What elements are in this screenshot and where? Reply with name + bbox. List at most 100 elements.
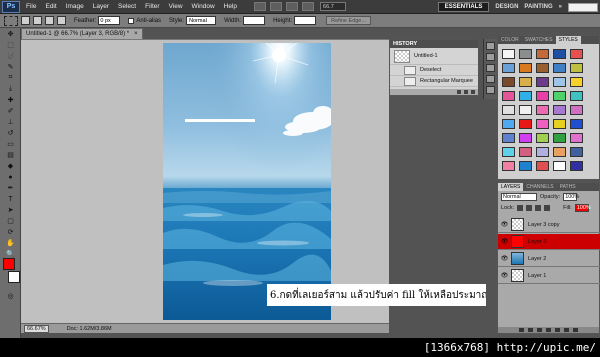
document-canvas[interactable] [163,43,331,320]
dodge-tool-icon[interactable]: ● [2,172,19,182]
style-swatch[interactable] [502,133,515,143]
history-brush-tool-icon[interactable]: ↺ [2,128,19,138]
zoom-level-select[interactable]: 66.7 [320,2,347,11]
style-swatch[interactable] [519,49,532,59]
mask-icon[interactable] [537,328,542,332]
actions-panel-icon[interactable] [486,53,495,61]
style-swatch[interactable] [519,119,532,129]
layer-row[interactable]: 👁 Layer 3 copy [498,217,600,233]
brush-tool-icon[interactable]: ✐ [2,106,19,116]
style-swatch[interactable] [502,161,515,171]
workspace-more[interactable]: » [559,4,562,10]
refine-edge-button[interactable]: Refine Edge... [326,16,371,25]
folder-icon[interactable] [555,328,560,332]
hand-icon[interactable] [286,2,299,11]
height-input[interactable] [294,16,317,25]
style-swatch[interactable] [553,105,566,115]
style-swatch[interactable] [519,161,532,171]
new-document-icon[interactable] [457,90,461,94]
workspace-essentials[interactable]: ESSENTIALS [437,2,490,12]
style-swatch[interactable] [570,63,583,73]
move-tool-icon[interactable]: ✥ [2,29,19,39]
style-select[interactable]: Normal [186,16,217,25]
style-swatch[interactable] [536,147,549,157]
marquee-tool-icon[interactable]: ⬚ [2,40,19,50]
character-panel-icon[interactable] [486,86,495,94]
menu-layer[interactable]: Layer [93,3,109,10]
intersect-selection-icon[interactable] [57,16,66,25]
style-swatch[interactable] [553,77,566,87]
menu-filter[interactable]: Filter [145,3,159,10]
eye-icon[interactable]: 👁 [500,237,509,246]
arrange-icon[interactable] [302,2,315,11]
lock-position-icon[interactable] [535,204,542,211]
style-swatch[interactable] [502,63,515,73]
history-item[interactable]: Rectangular Marquee [390,76,478,87]
type-tool-icon[interactable]: T [2,194,19,204]
hand-tool-icon[interactable]: ✋ [2,238,19,248]
width-input[interactable] [243,16,266,25]
trash-icon[interactable] [471,90,475,94]
pen-tool-icon[interactable]: ✒ [2,183,19,193]
style-swatch[interactable] [536,91,549,101]
style-swatch[interactable] [502,77,515,87]
style-swatch[interactable] [502,91,515,101]
trash-icon[interactable] [573,328,578,332]
marquee-tool-icon[interactable] [4,15,18,26]
style-swatch[interactable] [553,91,566,101]
blend-mode-select[interactable]: Normal [501,192,537,201]
lock-transparent-icon[interactable] [517,204,524,211]
feather-input[interactable]: 0 px [98,16,121,25]
lock-image-icon[interactable] [526,204,533,211]
tab-color[interactable]: COLOR [498,36,522,44]
tab-swatches[interactable]: SWATCHES [522,36,556,44]
tab-channels[interactable]: CHANNELS [523,183,556,191]
lasso-tool-icon[interactable]: ➰ [2,51,19,61]
style-swatch[interactable] [519,91,532,101]
shape-tool-icon[interactable]: ▢ [2,216,19,226]
layer-row[interactable]: 👁 Layer 2 [498,251,600,267]
subtract-selection-icon[interactable] [45,16,54,25]
crop-tool-icon[interactable]: ⌗ [2,73,19,83]
history-item[interactable]: Deselect [390,65,478,76]
clone-panel-icon[interactable] [486,75,495,83]
foreground-color-swatch[interactable] [3,258,15,270]
link-icon[interactable] [519,328,524,332]
style-swatch[interactable] [502,147,515,157]
style-swatch[interactable] [553,63,566,73]
style-swatch[interactable] [553,133,566,143]
menu-view[interactable]: View [169,3,183,10]
tab-styles[interactable]: STYLES [555,36,581,44]
document-tab[interactable]: Untitled-1 @ 66.7% (Layer 3, RGB/8) * × [21,28,143,39]
style-swatch[interactable] [570,133,583,143]
style-swatch[interactable] [553,161,566,171]
canvas-area[interactable] [21,39,389,323]
workspace-painting[interactable]: PAINTING [524,4,552,10]
doc-size-status[interactable]: Doc: 1.62M/3.86M [67,326,112,332]
clone-stamp-tool-icon[interactable]: ⊥ [2,117,19,127]
path-select-tool-icon[interactable]: ➤ [2,205,19,215]
bridge-icon[interactable] [254,2,267,11]
style-swatch[interactable] [536,49,549,59]
history-snapshot[interactable]: Untitled-1 [390,48,478,65]
style-swatch[interactable] [570,161,583,171]
background-color-swatch[interactable] [8,271,20,283]
style-swatch[interactable] [536,119,549,129]
close-icon[interactable]: × [134,31,138,37]
menu-file[interactable]: File [26,3,36,10]
new-layer-icon[interactable] [564,328,569,332]
menu-edit[interactable]: Edit [45,3,56,10]
layer-row[interactable]: 👁 Layer 1 [498,268,600,284]
menu-help[interactable]: Help [224,3,237,10]
style-swatch[interactable] [570,147,583,157]
menu-image[interactable]: Image [66,3,84,10]
lock-all-icon[interactable] [544,204,551,211]
antialias-checkbox[interactable] [128,17,135,24]
style-swatch[interactable] [502,119,515,129]
tab-paths[interactable]: PATHS [557,183,579,191]
style-swatch[interactable] [536,133,549,143]
style-swatch[interactable] [570,49,583,59]
adjustment-icon[interactable] [546,328,551,332]
tab-layers[interactable]: LAYERS [498,183,524,191]
menu-select[interactable]: Select [118,3,136,10]
